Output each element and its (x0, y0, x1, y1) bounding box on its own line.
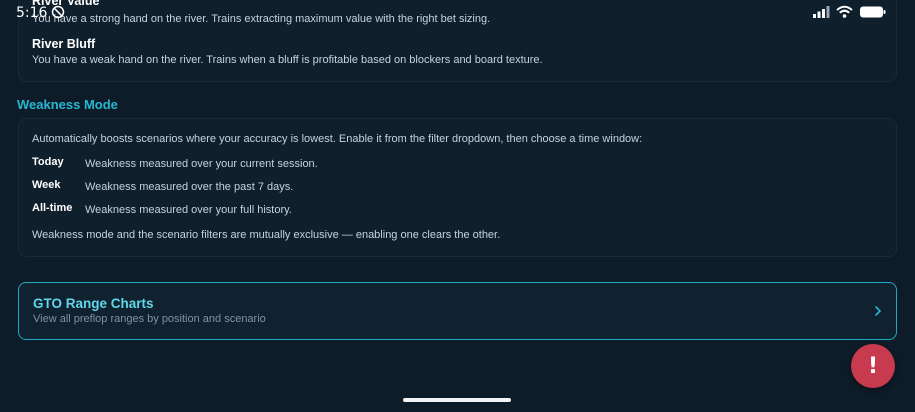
window-label: Week (32, 179, 61, 191)
mode-description-river-value: You have a strong hand on the river. Tra… (32, 13, 491, 25)
window-description: Weakness measured over the past 7 days. (85, 181, 294, 193)
mode-title-river-value: River Value (32, 0, 100, 8)
training-modes-card: River Value You have a strong hand on th… (18, 0, 897, 82)
weakness-intro: Automatically boosts scenarios where you… (32, 133, 643, 145)
weakness-mode-card: Automatically boosts scenarios where you… (18, 118, 897, 257)
window-label: Today (32, 156, 64, 168)
weakness-window-all-time: All-time Weakness measured over your ful… (32, 202, 872, 218)
mode-title-river-bluff: River Bluff (32, 37, 96, 51)
home-indicator[interactable] (403, 398, 511, 402)
chevron-right-icon (874, 304, 882, 322)
range-charts-title: GTO Range Charts (33, 296, 154, 311)
weakness-window-week: Week Weakness measured over the past 7 d… (32, 179, 872, 195)
window-description: Weakness measured over your current sess… (85, 158, 318, 170)
mode-description-river-bluff: You have a weak hand on the river. Train… (32, 54, 543, 66)
window-description: Weakness measured over your full history… (85, 204, 292, 216)
feedback-button[interactable]: ! (851, 344, 895, 388)
weakness-window-today: Today Weakness measured over your curren… (32, 156, 872, 172)
range-charts-subtitle: View all preflop ranges by position and … (33, 313, 266, 325)
window-label: All-time (32, 202, 73, 214)
weakness-footnote: Weakness mode and the scenario filters a… (32, 229, 501, 241)
gto-range-charts-button[interactable]: GTO Range Charts View all preflop ranges… (18, 282, 897, 340)
weakness-mode-heading: Weakness Mode (17, 97, 118, 112)
